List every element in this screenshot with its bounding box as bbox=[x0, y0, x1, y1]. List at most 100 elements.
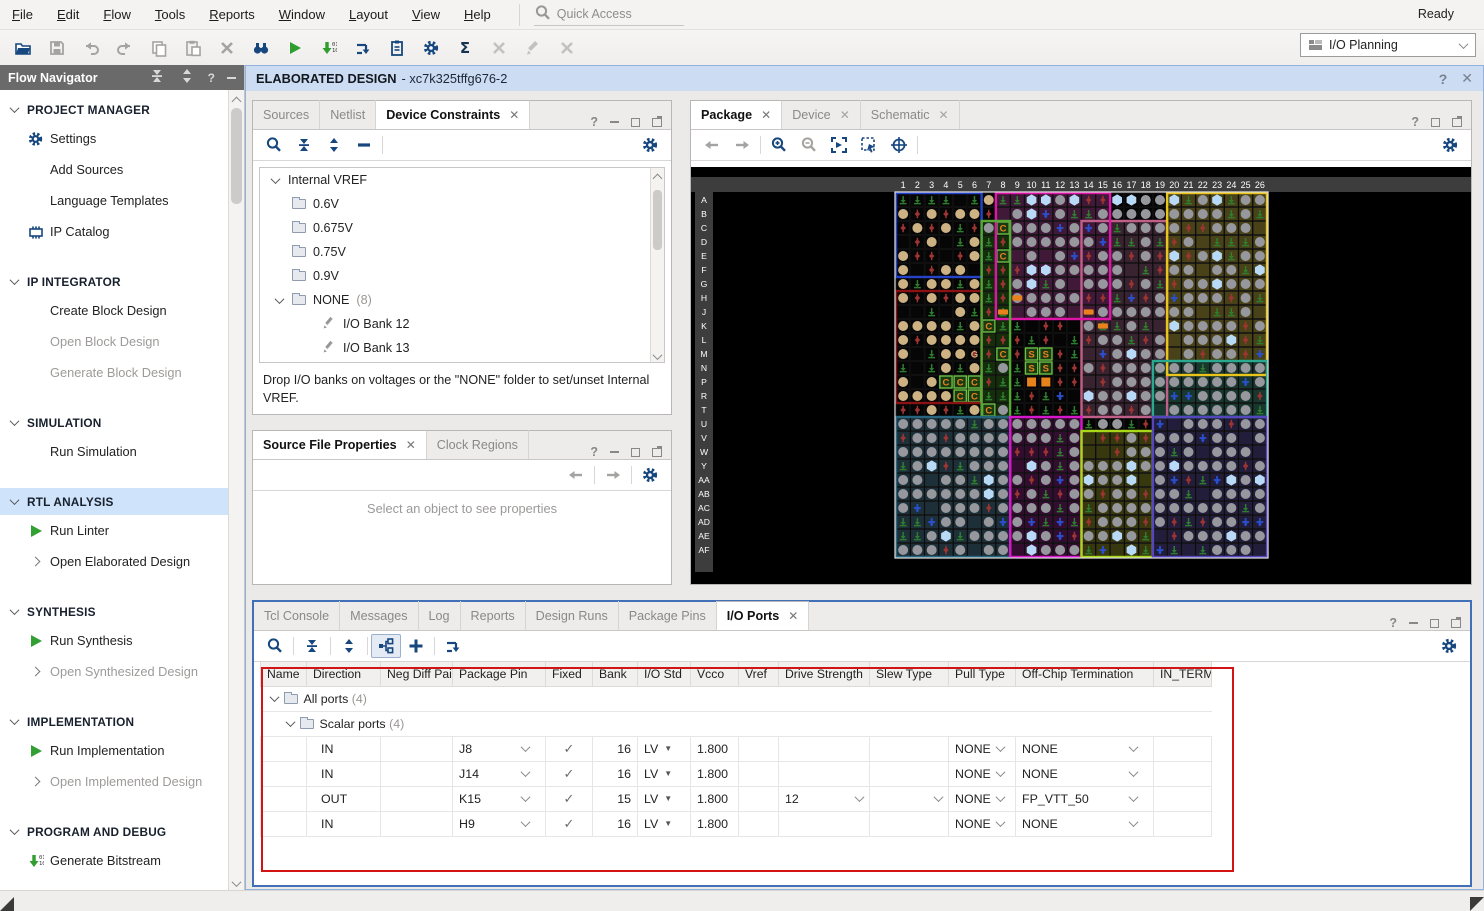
sidebar-item-run-linter[interactable]: Run Linter bbox=[0, 515, 228, 546]
sum-icon[interactable]: Σ bbox=[448, 35, 482, 61]
close-icon[interactable]: ✕ bbox=[761, 108, 771, 122]
remove-icon[interactable] bbox=[349, 133, 379, 157]
sidebar-item-create-block-design[interactable]: Create Block Design bbox=[0, 295, 228, 326]
help-icon[interactable]: ? bbox=[590, 445, 598, 459]
tree-item-0-6v[interactable]: 0.6V bbox=[260, 192, 664, 216]
settings-icon[interactable] bbox=[1434, 634, 1464, 658]
tree-item-i-o-bank-12[interactable]: I/O Bank 12 bbox=[260, 312, 664, 336]
settings-icon[interactable] bbox=[635, 133, 665, 157]
sidebar-item-open-implemented-design[interactable]: Open Implemented Design bbox=[0, 766, 228, 797]
menu-window[interactable]: Window bbox=[267, 5, 337, 24]
sidebar-item-settings[interactable]: Settings bbox=[0, 123, 228, 154]
maximize-icon[interactable] bbox=[631, 447, 640, 457]
close-icon[interactable]: ✕ bbox=[406, 438, 416, 452]
column-header-vref[interactable]: Vref bbox=[738, 662, 779, 687]
column-header-package-pin[interactable]: Package Pin bbox=[452, 662, 546, 687]
io-port-row[interactable]: IN J14 ✓ 16 LV ▼ 1.800 NONE NONE bbox=[260, 760, 1212, 787]
sidebar-item-open-hardware-manager[interactable]: Open Hardware Manager bbox=[0, 876, 228, 886]
float-icon[interactable] bbox=[1451, 616, 1461, 628]
tab-schematic[interactable]: Schematic ✕ bbox=[861, 100, 960, 129]
close-icon[interactable]: ✕ bbox=[939, 108, 949, 122]
menu-view[interactable]: View bbox=[400, 5, 452, 24]
sidebar-item-open-elaborated-design[interactable]: Open Elaborated Design bbox=[0, 546, 228, 577]
tab-source-file-properties[interactable]: Source File Properties ✕ bbox=[253, 430, 427, 459]
fixed-checkmark[interactable]: ✓ bbox=[564, 816, 575, 831]
menu-flow[interactable]: Flow bbox=[91, 5, 142, 24]
column-header-pull-type[interactable]: Pull Type bbox=[948, 662, 1016, 687]
column-header-neg-diff-pair[interactable]: Neg Diff Pair bbox=[380, 662, 453, 687]
tab-messages[interactable]: Messages bbox=[340, 601, 419, 630]
close-icon[interactable]: ✕ bbox=[509, 108, 519, 122]
add-icon[interactable] bbox=[401, 634, 431, 658]
tab-i-o-ports[interactable]: I/O Ports ✕ bbox=[716, 601, 810, 630]
tree-item-none[interactable]: NONE (8) bbox=[260, 288, 664, 312]
help-icon[interactable]: ? bbox=[1439, 71, 1448, 87]
column-header-drive-strength[interactable]: Drive Strength bbox=[778, 662, 870, 687]
close-icon[interactable]: ✕ bbox=[788, 609, 798, 623]
section-header[interactable]: IP INTEGRATOR bbox=[0, 268, 228, 295]
float-icon[interactable] bbox=[652, 445, 662, 457]
column-header-off-chip-termination[interactable]: Off-Chip Termination bbox=[1015, 662, 1154, 687]
minimize-icon[interactable] bbox=[1409, 622, 1418, 624]
tab-design-runs[interactable]: Design Runs bbox=[526, 601, 619, 630]
expand-all-icon[interactable] bbox=[178, 67, 196, 88]
search-icon[interactable] bbox=[259, 133, 289, 157]
tree-item-i-o-bank-13[interactable]: I/O Bank 13 bbox=[260, 336, 664, 360]
column-header-name[interactable]: Name bbox=[260, 662, 307, 687]
float-icon[interactable] bbox=[652, 115, 662, 127]
tab-netlist[interactable]: Netlist bbox=[320, 100, 377, 129]
sidebar-item-run-simulation[interactable]: Run Simulation bbox=[0, 436, 228, 467]
close-icon[interactable]: ✕ bbox=[1461, 70, 1473, 87]
column-header-i-o-std[interactable]: I/O Std bbox=[637, 662, 691, 687]
back-icon[interactable] bbox=[561, 463, 591, 487]
package-pin-grid[interactable]: 1 2 3 4 5 6 7 8 9 10 11 12 13 14 15 16 17 18 19 20 21 22 23 24 2… bbox=[691, 167, 1471, 584]
find-icon[interactable] bbox=[244, 35, 278, 61]
column-header-fixed[interactable]: Fixed bbox=[545, 662, 593, 687]
help-icon[interactable]: ? bbox=[1389, 616, 1397, 630]
group-row[interactable]: Scalar ports (4) bbox=[260, 710, 1212, 737]
run-icon[interactable] bbox=[278, 35, 312, 61]
tree-item-internal-vref[interactable]: Internal VREF bbox=[260, 168, 664, 192]
sidebar-item-ip-catalog[interactable]: IP Catalog bbox=[0, 216, 228, 247]
collapse-all-icon[interactable] bbox=[297, 634, 327, 658]
io-port-row[interactable]: IN H9 ✓ 16 LV ▼ 1.800 NONE NONE bbox=[260, 810, 1212, 837]
quick-access[interactable]: Quick Access bbox=[518, 3, 684, 26]
help-icon[interactable]: ? bbox=[208, 71, 215, 85]
sidebar-item-run-implementation[interactable]: Run Implementation bbox=[0, 735, 228, 766]
zoom-fit-icon[interactable] bbox=[824, 133, 854, 157]
section-header[interactable]: SIMULATION bbox=[0, 409, 228, 436]
menu-tools[interactable]: Tools bbox=[143, 5, 197, 24]
tree-item-0-675v[interactable]: 0.675V bbox=[260, 216, 664, 240]
sidebar-item-language-templates[interactable]: Language Templates bbox=[0, 185, 228, 216]
tab-device[interactable]: Device ✕ bbox=[782, 100, 861, 129]
zoom-selection-icon[interactable] bbox=[854, 133, 884, 157]
collapse-all-icon[interactable] bbox=[289, 133, 319, 157]
maximize-icon[interactable] bbox=[1430, 618, 1439, 628]
group-by-icon[interactable] bbox=[371, 634, 401, 658]
tree-scrollbar[interactable] bbox=[650, 168, 664, 362]
sidebar-item-generate-block-design[interactable]: Generate Block Design bbox=[0, 357, 228, 388]
collapse-all-icon[interactable] bbox=[148, 67, 166, 88]
generate-bitstream-icon[interactable]: 01 10 bbox=[312, 35, 346, 61]
menu-help[interactable]: Help bbox=[452, 5, 503, 24]
menu-layout[interactable]: Layout bbox=[337, 5, 400, 24]
zoom-out-icon[interactable] bbox=[794, 133, 824, 157]
sidebar-item-generate-bitstream[interactable]: 01 10 Generate Bitstream bbox=[0, 845, 228, 876]
go-to-icon[interactable] bbox=[346, 35, 380, 61]
settings-icon[interactable] bbox=[635, 463, 665, 487]
minimize-icon[interactable] bbox=[610, 121, 619, 123]
group-row[interactable]: All ports (4) bbox=[260, 685, 1212, 712]
tab-log[interactable]: Log bbox=[419, 601, 461, 630]
help-icon[interactable]: ? bbox=[590, 115, 598, 129]
section-header[interactable]: PROGRAM AND DEBUG bbox=[0, 818, 228, 845]
section-header[interactable]: IMPLEMENTATION bbox=[0, 708, 228, 735]
tab-tcl-console[interactable]: Tcl Console bbox=[254, 601, 341, 630]
settings-icon[interactable] bbox=[414, 35, 448, 61]
sidebar-item-add-sources[interactable]: Add Sources bbox=[0, 154, 228, 185]
forward-icon[interactable] bbox=[598, 463, 628, 487]
io-port-row[interactable]: IN J8 ✓ 16 LV ▼ 1.800 NONE NONE bbox=[260, 735, 1212, 762]
maximize-icon[interactable] bbox=[631, 117, 640, 127]
expand-all-icon[interactable] bbox=[334, 634, 364, 658]
tab-reports[interactable]: Reports bbox=[461, 601, 526, 630]
fixed-checkmark[interactable]: ✓ bbox=[564, 741, 575, 756]
